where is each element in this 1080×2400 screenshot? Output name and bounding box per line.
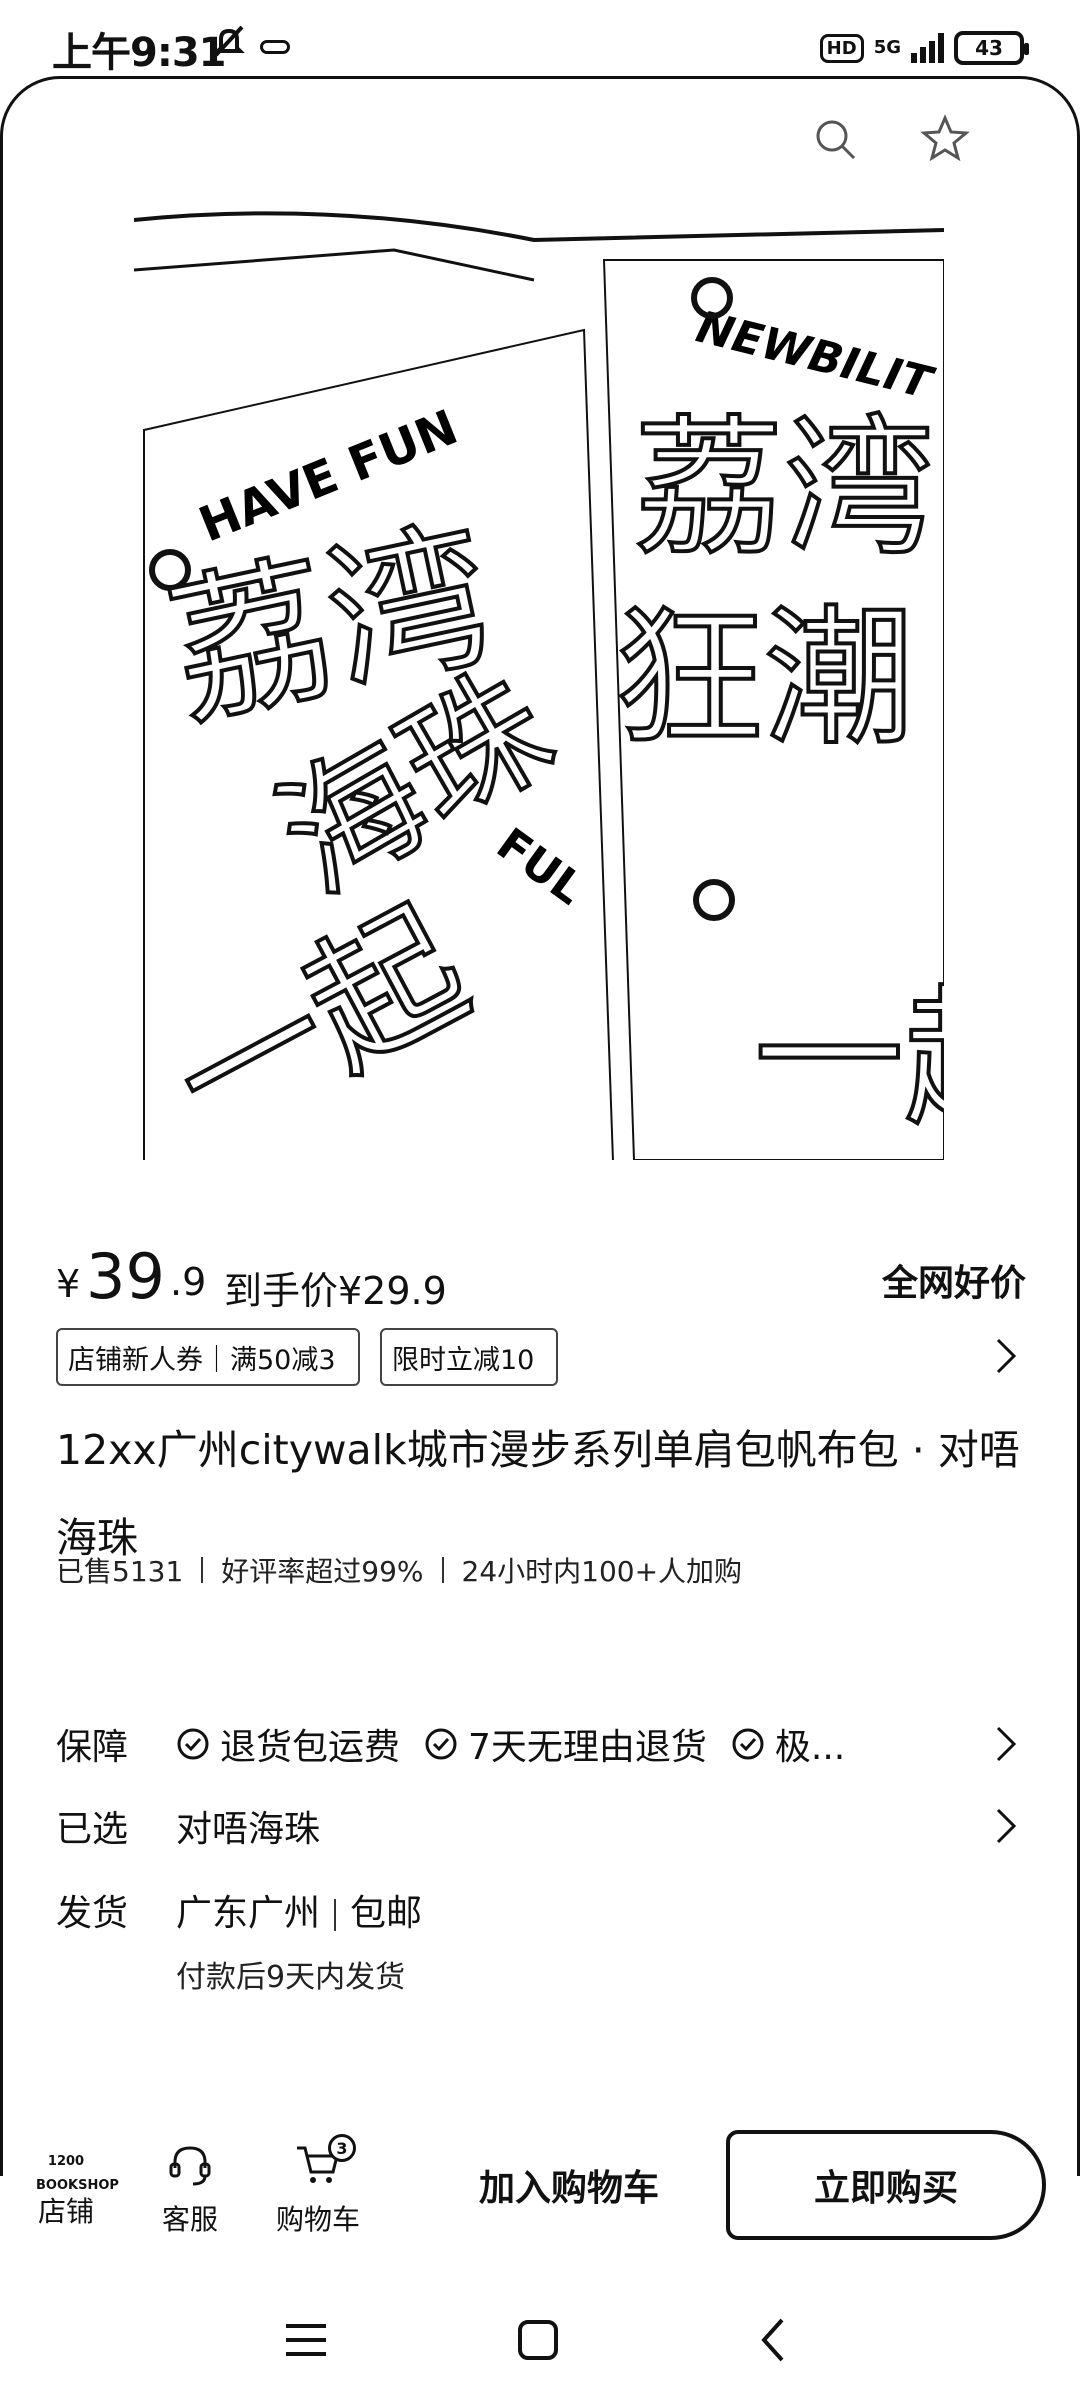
hero-artwork: HAVE FUN NEWBILIT 荔湾 荔湾 狂潮 海珠 FUL 一起 一起 [134, 211, 944, 1160]
product-hero-image[interactable]: HAVE FUN NEWBILIT 荔湾 荔湾 狂潮 海珠 FUL 一起 一起 [134, 210, 944, 1160]
network-type: 5G [873, 37, 901, 58]
shipping-label: 发货 [56, 1893, 129, 1934]
guarantee-row[interactable]: 保障 退货包运费 7天无理由退货 极... [56, 1712, 1026, 1772]
rating-rate: 好评率超过99% [221, 1555, 424, 1588]
top-actions [810, 114, 970, 164]
bell-muted-icon [213, 25, 245, 57]
add-to-cart-button[interactable]: 加入购物车 [424, 2130, 714, 2240]
home-icon[interactable] [508, 2310, 568, 2370]
check-circle-icon [425, 1728, 457, 1760]
price-currency: ¥ [56, 1262, 81, 1306]
divider [334, 1899, 337, 1931]
guarantee-item: 退货包运费 [176, 1718, 400, 1770]
cart-adds: 24小时内100+人加购 [461, 1555, 743, 1588]
battery-icon: 43 [954, 31, 1029, 65]
selected-label: 已选 [56, 1809, 129, 1850]
buy-now-button[interactable]: 立即购买 [726, 2130, 1046, 2240]
guarantee-text: 退货包运费 [220, 1727, 401, 1768]
hero-text-yiqi: 一起 [147, 878, 494, 1160]
hero-text-liwan-2: 荔湾 [634, 402, 934, 576]
price-integer: 39 [86, 1240, 165, 1313]
divider [201, 1557, 204, 1583]
check-circle-icon [177, 1728, 209, 1760]
price-row: ¥ 39 .9 到手价¥29.9 全网好价 [56, 1240, 1026, 1313]
guarantee-text: 7天无理由退货 [468, 1727, 707, 1768]
coupon-store-new[interactable]: 店铺新人券｜满50减3 [56, 1328, 360, 1386]
selected-value: 对唔海珠 [176, 1809, 321, 1850]
status-time: 上午9:31 [52, 30, 226, 76]
star-favorite-icon[interactable] [920, 114, 970, 164]
cart-button[interactable]: 3 购物车 [272, 2134, 364, 2238]
bottom-action-bar: 1200 BOOKSHOP 店铺 客服 3 购物车 加入购物车 立即购买 [0, 2110, 1080, 2260]
sales-stats: 已售5131 好评率超过99% 24小时内100+人加购 [56, 1550, 1026, 1590]
customer-service-button[interactable]: 客服 [160, 2140, 220, 2238]
best-price-badge: 全网好价 [881, 1263, 1026, 1304]
hero-text-newbility: NEWBILIT [691, 302, 939, 410]
guarantee-item: 极... [731, 1718, 845, 1770]
ship-from: 广东广州 [176, 1893, 321, 1934]
check-circle-icon [732, 1728, 764, 1760]
notification-pill-icon [260, 40, 290, 54]
system-nav-bar [0, 2280, 1080, 2400]
coupon-limited[interactable]: 限时立减10 [380, 1328, 558, 1386]
guarantee-item: 7天无理由退货 [424, 1718, 707, 1770]
cart-label: 购物车 [275, 2203, 360, 2236]
sold-count: 已售5131 [56, 1555, 184, 1588]
status-indicators: HD 5G 43 [819, 30, 1029, 66]
service-label: 客服 [161, 2203, 218, 2236]
chevron-right-icon[interactable] [994, 1336, 1018, 1376]
chevron-right-icon[interactable] [994, 1724, 1018, 1764]
hero-text-ful: FUL [487, 819, 593, 915]
headset-icon [169, 2146, 211, 2186]
search-icon[interactable] [810, 114, 860, 164]
ship-free: 包邮 [350, 1893, 423, 1934]
menu-icon[interactable] [276, 2310, 336, 2370]
shop-logo: 1200 BOOKSHOP [36, 2154, 119, 2193]
guarantee-text: 极... [774, 1727, 846, 1768]
guarantee-label: 保障 [56, 1727, 129, 1768]
cart-count-badge: 3 [328, 2134, 356, 2162]
back-icon[interactable] [744, 2310, 804, 2370]
selected-variant-row[interactable]: 已选 对唔海珠 [56, 1794, 1026, 1854]
guarantee-list: 退货包运费 7天无理由退货 极... [176, 1718, 845, 1770]
hero-text-yiqi-2: 一起 [754, 972, 944, 1146]
shop-label: 店铺 [37, 2195, 94, 2228]
status-bar: 上午9:31 HD 5G 43 [0, 0, 1080, 80]
hero-text-kuangchao: 狂潮 [614, 592, 914, 766]
shipping-row: 发货 广东广州 包邮 [56, 1878, 1026, 1938]
final-price: 到手价¥29.9 [224, 1269, 447, 1313]
ship-note: 付款后9天内发货 [176, 1960, 406, 1995]
selected-value-wrap: 对唔海珠 [176, 1800, 320, 1852]
signal-icon [911, 33, 944, 63]
coupon-row[interactable]: 店铺新人券｜满50减3 限时立减10 [56, 1328, 1026, 1386]
price-decimal: .9 [170, 1260, 207, 1304]
shop-button[interactable]: 1200 BOOKSHOP 店铺 [36, 2140, 119, 2230]
hd-badge: HD [819, 33, 864, 63]
shipping-value: 广东广州 包邮 [176, 1884, 422, 1936]
chevron-right-icon[interactable] [994, 1806, 1018, 1846]
divider [441, 1557, 444, 1583]
